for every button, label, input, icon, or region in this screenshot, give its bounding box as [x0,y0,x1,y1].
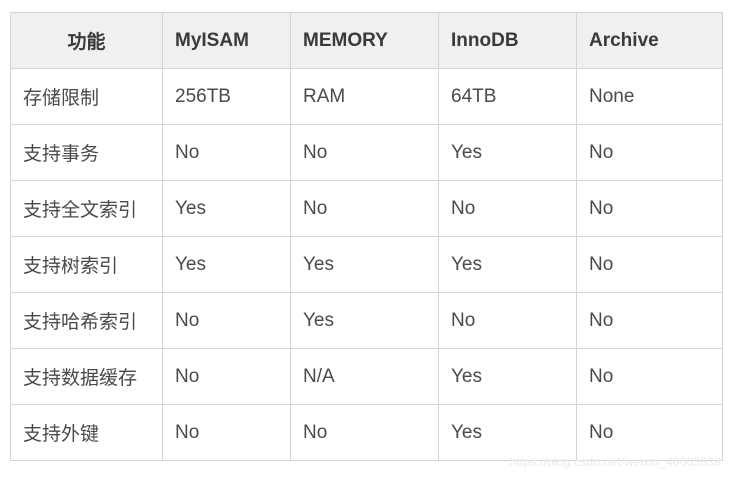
cell-value: 256TB [163,69,291,125]
cell-feature: 支持事务 [11,125,163,181]
cell-value: Yes [439,237,577,293]
cell-feature: 支持数据缓存 [11,349,163,405]
header-archive: Archive [577,13,723,69]
table-row: 存储限制 256TB RAM 64TB None [11,69,723,125]
cell-value: No [577,405,723,461]
cell-feature: 支持全文索引 [11,181,163,237]
table-row: 支持树索引 Yes Yes Yes No [11,237,723,293]
storage-engine-comparison-table: 功能 MyISAM MEMORY InnoDB Archive 存储限制 256… [10,12,723,461]
header-memory: MEMORY [291,13,439,69]
cell-value: No [577,125,723,181]
header-innodb: InnoDB [439,13,577,69]
cell-value: N/A [291,349,439,405]
cell-value: RAM [291,69,439,125]
cell-value: No [163,349,291,405]
header-myisam: MyISAM [163,13,291,69]
table-row: 支持事务 No No Yes No [11,125,723,181]
cell-value: Yes [439,125,577,181]
cell-value: None [577,69,723,125]
cell-value: No [163,293,291,349]
cell-value: Yes [163,237,291,293]
cell-value: No [577,237,723,293]
cell-feature: 支持外键 [11,405,163,461]
cell-feature: 支持哈希索引 [11,293,163,349]
cell-value: No [439,293,577,349]
table-row: 支持数据缓存 No N/A Yes No [11,349,723,405]
cell-value: No [163,125,291,181]
cell-value: No [291,125,439,181]
table-header-row: 功能 MyISAM MEMORY InnoDB Archive [11,13,723,69]
cell-value: Yes [439,405,577,461]
cell-feature: 支持树索引 [11,237,163,293]
cell-value: No [577,349,723,405]
table-row: 支持全文索引 Yes No No No [11,181,723,237]
cell-value: No [577,293,723,349]
cell-feature: 存储限制 [11,69,163,125]
cell-value: Yes [291,237,439,293]
cell-value: Yes [291,293,439,349]
cell-value: Yes [439,349,577,405]
cell-value: 64TB [439,69,577,125]
table-row: 支持外键 No No Yes No [11,405,723,461]
watermark-text: https://blog.csdn.net/weixin_40065538 [509,455,721,469]
cell-value: No [577,181,723,237]
cell-value: No [163,405,291,461]
cell-value: No [439,181,577,237]
cell-value: No [291,181,439,237]
table-body: 存储限制 256TB RAM 64TB None 支持事务 No No Yes … [11,69,723,461]
header-feature: 功能 [11,13,163,69]
table-header: 功能 MyISAM MEMORY InnoDB Archive [11,13,723,69]
cell-value: Yes [163,181,291,237]
table-row: 支持哈希索引 No Yes No No [11,293,723,349]
cell-value: No [291,405,439,461]
